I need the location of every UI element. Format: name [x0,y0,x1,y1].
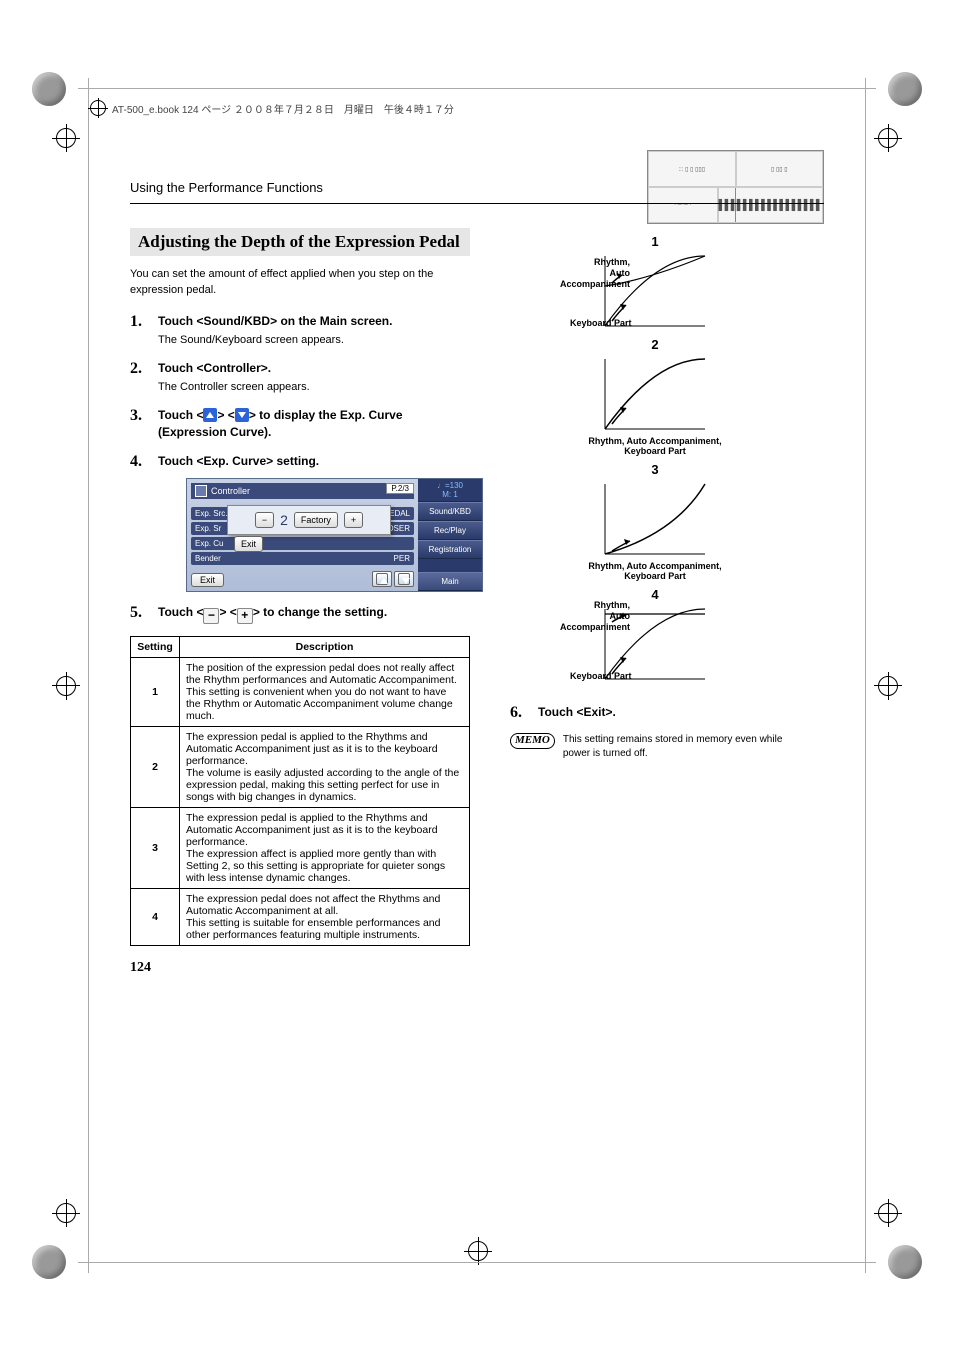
table-row: 3 The expression pedal is applied to the… [131,807,470,888]
screen-exit-button: Exit [191,573,224,587]
framemaker-header: AT-500_e.book 124 ページ ２００８年７月２８日 月曜日 午後４… [90,100,864,116]
table-row: 2 The expression pedal is applied to the… [131,726,470,807]
down-arrow-icon [235,408,249,422]
step-2: Touch <Controller>. The Controller scree… [130,360,470,395]
table-row: 1 The position of the expression pedal d… [131,657,470,726]
section-title: Adjusting the Depth of the Expression Pe… [130,228,470,256]
screen-row-exp-cu: Exp. Cu [191,537,414,550]
curve-caption: Rhythm, Auto Accompaniment, Keyboard Par… [570,436,740,456]
registration-mark [56,1203,76,1223]
heading-rule [130,203,824,204]
table-row: 4 The expression pedal does not affect t… [131,888,470,945]
curve-figure-2: 2 Rhythm, Auto Accompaniment, Keyboard P… [570,337,740,456]
step-6: Touch <Exit>. [510,704,800,721]
minus-button-icon: − [203,608,219,624]
registration-mark [878,128,898,148]
screen-page-indicator: P.2/3 [386,483,414,494]
curve-figure-3: 3 Rhythm, Auto Accompaniment, Keyboard P… [570,462,740,581]
registration-mark [878,1203,898,1223]
registration-mark [878,676,898,696]
controller-icon [195,485,207,497]
popup-exit-button: Exit [234,536,263,552]
up-arrow-icon [372,571,392,587]
curve-caption: Rhythm, Auto Accompaniment, Keyboard Par… [570,561,740,581]
screen-value-popup: − 2 Factory + Exit [227,505,391,535]
screen-side-rec-play: Rec/Play [418,521,482,540]
curve-figure-1: 1 Rhythm, Auto Accompaniment Keyboard Pa… [570,234,740,331]
memo-text: This setting remains stored in memory ev… [563,733,800,761]
curve-figure-4: 4 Rhythm, Auto Accompaniment Keyboard Pa… [570,587,740,684]
running-head: Using the Performance Functions [130,180,824,195]
down-arrow-icon [394,571,414,587]
step-5: Touch <−> <+> to change the setting. [130,604,470,624]
printer-corner-mark [32,72,66,106]
popup-minus-button: − [255,512,274,528]
page-content: Using the Performance Functions Adjustin… [130,180,824,946]
step-1-head: Touch <Sound/KBD> on the Main screen. [158,313,470,330]
popup-plus-button: + [344,512,363,528]
step-5-head: Touch <−> <+> to change the setting. [158,604,470,624]
controller-screen-illustration: Controller P.2/3 Exp. Src. (Rec)PEDAL Ex… [186,478,483,592]
registration-mark [56,128,76,148]
header-text: AT-500_e.book 124 ページ ２００８年７月２８日 月曜日 午後４… [112,101,454,116]
registration-mark [56,676,76,696]
screen-nav-arrows [372,571,414,587]
popup-factory-button: Factory [294,512,338,528]
step-2-head: Touch <Controller>. [158,360,470,377]
curve-label-keyboard: Keyboard Part [570,671,632,682]
registration-mark [468,1241,488,1261]
plus-button-icon: + [237,608,253,624]
screen-side-sound-kbd: Sound/KBD [418,502,482,521]
popup-value: 2 [280,512,288,528]
step-1: Touch <Sound/KBD> on the Main screen. Th… [130,313,470,348]
screen-tempo: ♩=130M: 1 [418,479,482,502]
table-header-setting: Setting [131,636,180,657]
screen-side-registration: Registration [418,540,482,559]
memo-note: MEMO This setting remains stored in memo… [510,733,800,761]
step-4-head: Touch <Exp. Curve> setting. [158,453,470,470]
step-3: Touch <> <> to display the Exp. Curve (E… [130,407,470,441]
page-number: 124 [130,960,151,976]
step-1-sub: The Sound/Keyboard screen appears. [158,333,470,348]
table-header-description: Description [180,636,470,657]
settings-table: Setting Description 1 The position of th… [130,636,470,946]
curve-label-rhythm: Rhythm, Auto Accompaniment [548,600,630,632]
printer-corner-mark [32,1245,66,1279]
step-2-sub: The Controller screen appears. [158,380,470,395]
step-6-head: Touch <Exit>. [538,704,800,721]
up-arrow-icon [203,408,217,422]
memo-badge: MEMO [510,733,555,749]
curve-label-rhythm: Rhythm, Auto Accompaniment [548,257,630,289]
screen-row-bender: BenderPER [191,552,414,565]
registration-mark-icon [90,100,106,116]
curve-label-keyboard: Keyboard Part [570,318,632,329]
screen-side-main: Main [418,572,482,591]
step-3-head: Touch <> <> to display the Exp. Curve (E… [158,407,470,441]
printer-corner-mark [888,72,922,106]
screen-title-bar: Controller [191,483,414,499]
section-intro: You can set the amount of effect applied… [130,267,470,299]
step-4: Touch <Exp. Curve> setting. Controller P… [130,453,470,592]
printer-corner-mark [888,1245,922,1279]
